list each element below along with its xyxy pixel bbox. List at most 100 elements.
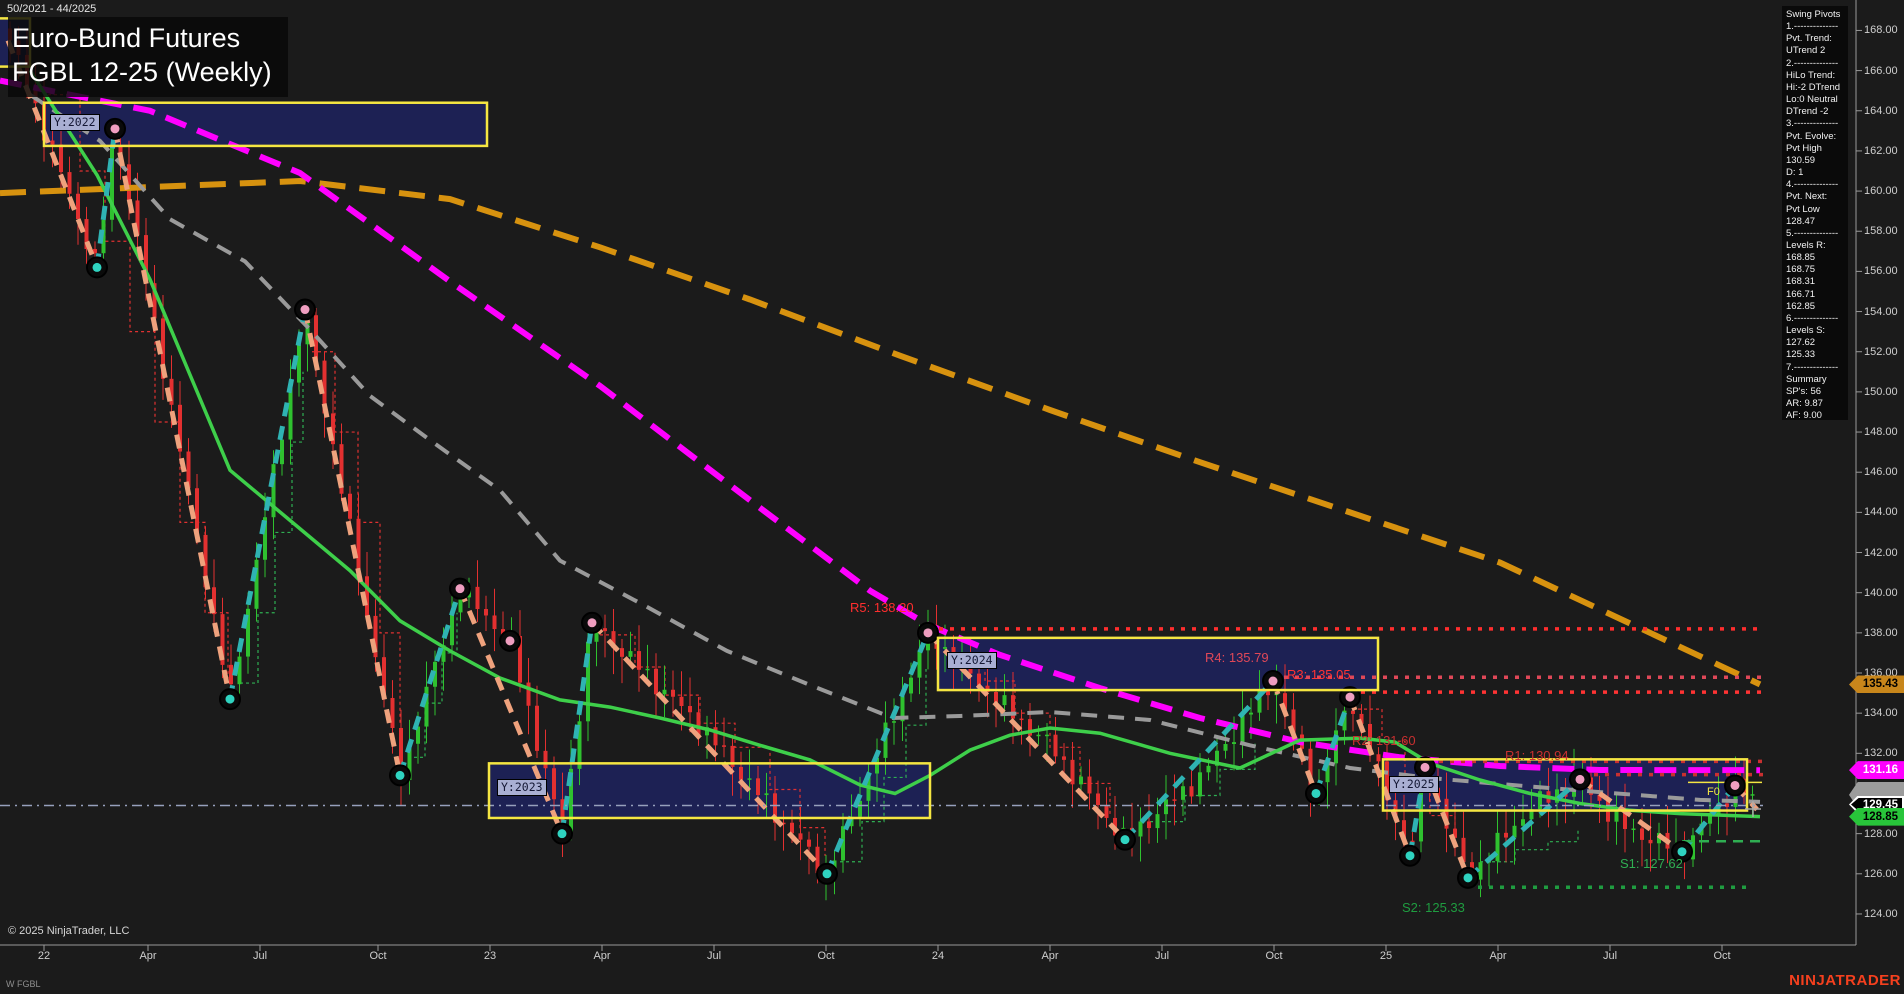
stop-staircase-up [408,612,458,758]
price-axis-label[interactable]: 168.00 [1864,24,1898,36]
swing-pivots-line: UTrend 2 [1786,45,1826,57]
candle-body [1648,839,1653,844]
candle-body [195,488,199,535]
time-axis-label[interactable]: Apr [139,950,156,962]
candle-body [1232,742,1236,745]
candle-body [1249,712,1253,715]
pivot-marker-dot [1268,676,1278,686]
price-axis-label[interactable]: 158.00 [1864,225,1898,237]
swing-pivots-line: 6.-------------- [1786,312,1839,324]
time-axis-label[interactable]: Jul [1603,950,1617,962]
level-label-S1[interactable]: S1: 127.62 [1620,856,1683,871]
candle-body [535,705,539,751]
swing-pivots-line: 168.75 [1786,264,1816,276]
candle-body [1002,695,1007,706]
candle-body [76,193,80,220]
time-axis-label[interactable]: 25 [1380,950,1392,962]
pivot-marker-dot [1730,780,1740,790]
pivot-marker-dot [1677,847,1687,857]
year-box-label[interactable]: Y:2024 [947,652,997,669]
pivot-marker-dot [92,262,102,272]
time-axis-label[interactable]: 24 [932,950,944,962]
data-series-label: W FGBL [6,979,41,989]
price-axis-label[interactable]: 128.00 [1864,828,1898,840]
candle-body [1087,776,1092,794]
price-axis-label[interactable]: 132.00 [1864,747,1898,759]
candle-body [1155,814,1160,829]
price-axis-label[interactable]: 148.00 [1864,426,1898,438]
time-axis-label[interactable]: Oct [369,950,386,962]
candle-body [526,682,531,706]
ninjatrader-chart-window: 50/2021 - 44/2025 Euro-Bund Futures FGBL… [0,0,1904,994]
candle-body [1223,744,1228,751]
copyright-text: © 2025 NinjaTrader, LLC [8,925,130,937]
price-axis-label[interactable]: 134.00 [1864,707,1898,719]
price-axis-label[interactable]: 156.00 [1864,265,1898,277]
year-box-label[interactable]: Y:2025 [1389,776,1439,793]
price-tag-135.43: 135.43 [1849,675,1904,694]
price-axis-label[interactable]: 166.00 [1864,65,1898,77]
candle-body [280,439,284,465]
price-plot-canvas[interactable] [0,0,1904,994]
candle-body [679,696,684,707]
candle-body [628,651,633,657]
price-axis-label[interactable]: 150.00 [1864,386,1898,398]
swing-pivots-line: AR: 9.87 [1786,398,1823,409]
level-label-R1[interactable]: R1: 130.94 [1505,748,1569,763]
price-axis-label[interactable]: 126.00 [1864,868,1898,880]
candle-body [654,668,658,695]
price-axis-label[interactable]: 154.00 [1864,306,1898,318]
time-axis-label[interactable]: Apr [1041,950,1058,962]
ninjatrader-logo: NINJATRADER [1789,972,1901,989]
price-axis-label[interactable]: 124.00 [1864,908,1898,920]
time-axis-label[interactable]: Jul [1155,950,1169,962]
level-label-R4[interactable]: R4: 135.79 [1205,650,1269,665]
pivot-marker-dot [300,305,310,315]
fib-f0-label[interactable]: F0 [1707,786,1720,798]
time-axis-label[interactable]: Oct [1713,950,1730,962]
level-label-R2[interactable]: R2: 131.60 [1352,733,1416,748]
year-box-label[interactable]: Y:2022 [50,114,100,131]
price-axis-label[interactable]: 138.00 [1864,627,1898,639]
candle-body [909,677,913,694]
swing-pivots-line: Pvt. Trend: [1786,33,1832,45]
price-axis-label[interactable]: 140.00 [1864,587,1898,599]
pivot-marker-dot [1345,692,1355,702]
pivot-marker-dot [587,618,597,628]
level-label-R5[interactable]: R5: 138.20 [850,600,914,615]
time-axis-label[interactable]: Jul [253,950,267,962]
time-axis-label[interactable]: Oct [817,950,834,962]
candle-body [722,745,726,747]
time-axis-label[interactable]: 22 [38,950,50,962]
candle-body [475,586,480,610]
candle-body [1614,811,1619,822]
price-axis-label[interactable]: 144.00 [1864,506,1898,518]
pivot-marker-dot [395,770,405,780]
time-axis-label[interactable]: Oct [1265,950,1282,962]
price-axis-label[interactable]: 164.00 [1864,105,1898,117]
candle-body [1376,754,1381,762]
candle-body [356,518,361,577]
level-label-R3[interactable]: R3: 135.05 [1287,667,1351,682]
candle-body [756,778,760,796]
price-axis-label[interactable]: 160.00 [1864,185,1898,197]
time-axis-label[interactable]: Apr [593,950,610,962]
price-axis-label[interactable]: 162.00 [1864,145,1898,157]
price-tag-131.16: 131.16 [1849,761,1904,780]
time-axis-label[interactable]: 23 [484,950,496,962]
candle-body [688,706,692,713]
price-axis-label[interactable]: 142.00 [1864,547,1898,559]
candle-body [1206,765,1211,773]
level-label-S2[interactable]: S2: 125.33 [1402,900,1465,915]
candle-body [59,144,63,173]
time-axis-label[interactable]: Apr [1489,950,1506,962]
swing-pivots-line: 166.71 [1786,288,1816,300]
price-axis-label[interactable]: 152.00 [1864,346,1898,358]
candle-body [1172,799,1177,801]
pivot-marker-dot [822,869,832,879]
year-box-label[interactable]: Y:2023 [497,779,547,796]
time-axis-label[interactable]: Jul [707,950,721,962]
candle-body [1708,815,1712,824]
price-axis-label[interactable]: 146.00 [1864,466,1898,478]
candle-body [390,697,395,728]
